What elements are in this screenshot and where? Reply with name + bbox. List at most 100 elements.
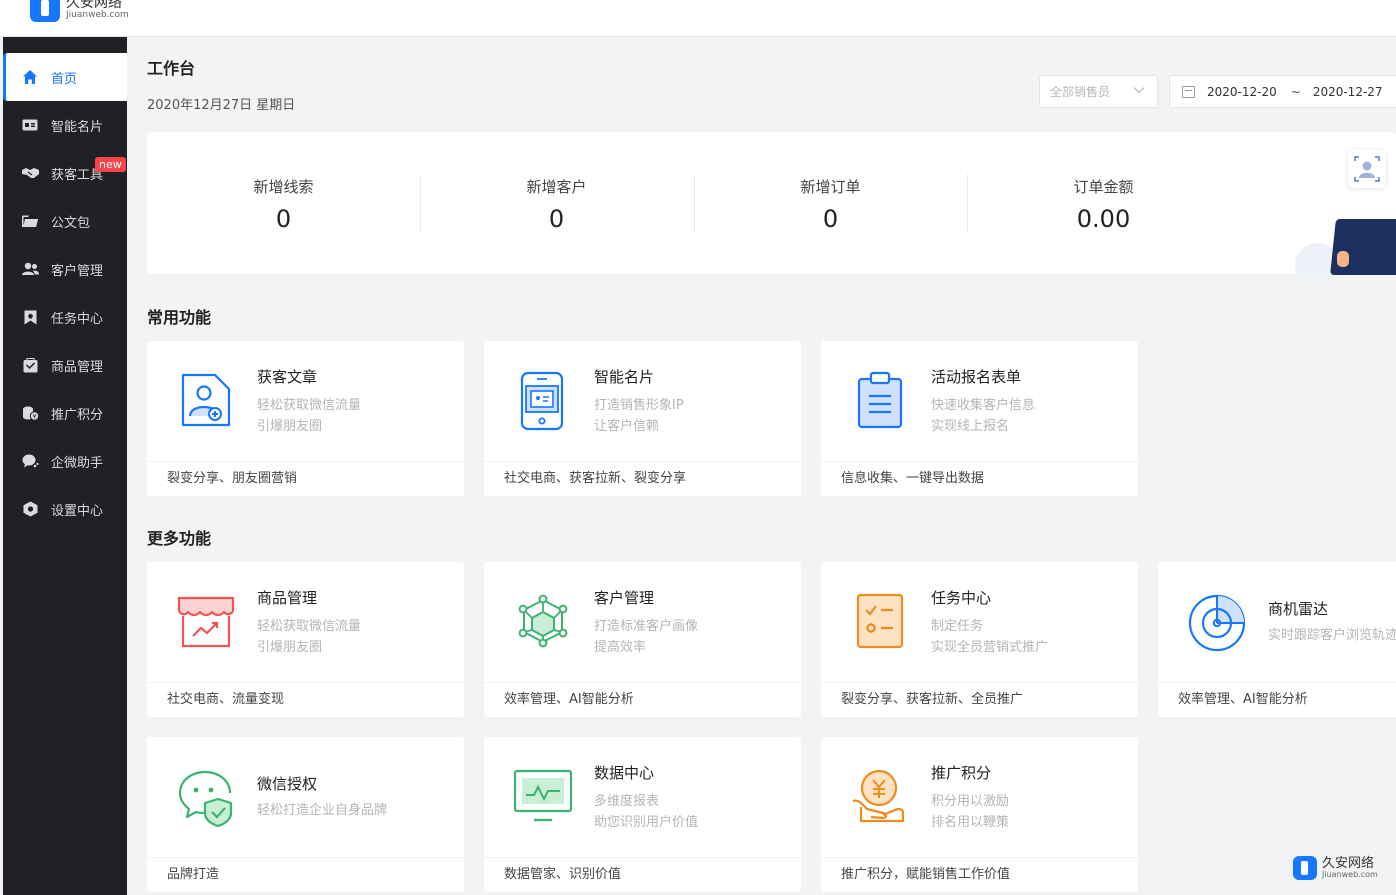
task-list-icon (849, 590, 911, 652)
feature-card[interactable]: 客户管理 打造标准客户画像 提高效率 效率管理、AI智能分析 (484, 562, 801, 717)
top-bar: 久安网络 Jiuanweb.com (0, 0, 1396, 37)
sidebar-item-tools[interactable]: 获客工具 new (3, 149, 127, 197)
card-title: 推广积分 (931, 764, 992, 782)
card-desc-line: 打造标准客户画像 (594, 619, 699, 634)
card-description: 轻松获取微信流量 引爆朋友圈 (257, 616, 361, 658)
date-range-picker[interactable]: 2020-12-20 ~ 2020-12-27 (1169, 75, 1396, 108)
svg-text:¥: ¥ (32, 413, 36, 420)
card-description: 多维度报表 助您识别用户价值 (594, 791, 698, 833)
feature-card[interactable]: 推广积分 积分用以激励 排名用以鞭策 推广积分，赋能销售工作价值 (821, 737, 1138, 892)
current-date: 2020年12月27日 星期日 (147, 98, 296, 113)
folder-icon (21, 212, 39, 230)
stat-new-customers: 新增客户 0 (420, 176, 693, 233)
salesperson-select-value: 全部销售员 (1050, 85, 1111, 99)
sidebar-item-points[interactable]: ¥ 推广积分 (3, 389, 127, 437)
card-desc-line: 实现全员营销式推广 (931, 640, 1049, 655)
card-tags: 信息收集、一键导出数据 (821, 461, 1138, 496)
card-description: 轻松获取微信流量 引爆朋友圈 (257, 395, 361, 437)
logo-mark-icon (1293, 856, 1317, 880)
stat-value: 0 (548, 205, 565, 233)
stat-new-leads: 新增线索 0 (147, 176, 420, 233)
salesperson-select[interactable]: 全部销售员 (1039, 75, 1158, 108)
card-tags: 品牌打造 (147, 857, 464, 892)
stat-new-orders: 新增订单 0 (694, 176, 967, 233)
sidebar-item-label: 设置中心 (51, 503, 104, 519)
logo-name: 久安网络 (1322, 856, 1375, 871)
feature-card[interactable]: 商品管理 轻松获取微信流量 引爆朋友圈 社交电商、流量变现 (147, 562, 464, 717)
sidebar-item-settings[interactable]: 设置中心 (3, 485, 127, 533)
card-tags: 数据管家、识别价值 (484, 857, 801, 892)
feature-card[interactable]: 数据中心 多维度报表 助您识别用户价值 数据管家、识别价值 (484, 737, 801, 892)
date-start[interactable]: 2020-12-20 (1207, 85, 1277, 99)
logo-name: 久安网络 (66, 0, 122, 11)
sidebar-item-briefcase[interactable]: 公文包 (3, 197, 127, 245)
stat-label: 订单金额 (1073, 178, 1134, 196)
new-badge: new (95, 157, 126, 172)
chat-icon (21, 452, 39, 470)
chevron-down-icon (1133, 83, 1145, 97)
date-end[interactable]: 2020-12-27 (1313, 85, 1383, 99)
home-icon (21, 68, 39, 86)
card-tags: 裂变分享、朋友圈营销 (147, 461, 464, 496)
stats-panel: 新增线索 0 新增客户 0 新增订单 0 订单金额 0.00 (147, 132, 1396, 274)
feature-card[interactable]: 任务中心 制定任务 实现全员营销式推广 裂变分享、获客拉新、全员推广 (821, 562, 1138, 717)
card-desc-line: 实时跟踪客户浏览轨迹 (1268, 628, 1396, 643)
wechat-shield-icon (175, 767, 237, 829)
stat-value: 0.00 (1076, 205, 1131, 233)
section-title-more: 更多功能 (147, 529, 212, 548)
card-description: 制定任务 实现全员营销式推广 (931, 616, 1048, 658)
sidebar-item-card[interactable]: 智能名片 (3, 101, 127, 149)
sidebar-item-tasks[interactable]: 任务中心 (3, 293, 127, 341)
sidebar-item-wecom[interactable]: 企微助手 (3, 437, 127, 485)
brand-logo[interactable]: 久安网络 Jiuanweb.com (30, 0, 129, 22)
card-description: 积分用以激励 排名用以鞭策 (931, 791, 1009, 833)
monitor-chart-icon (512, 765, 574, 827)
logo-mark-icon (30, 0, 60, 22)
card-desc-line: 引爆朋友圈 (257, 640, 323, 655)
phone-card-icon (512, 369, 574, 431)
card-title: 获客文章 (257, 368, 318, 386)
stat-order-amount: 订单金额 0.00 (967, 176, 1240, 233)
sidebar-item-goods[interactable]: 商品管理 (3, 341, 127, 389)
handshake-icon (21, 164, 39, 182)
clipboard-icon (849, 369, 911, 431)
feature-card[interactable]: 微信授权 轻松打造企业自身品牌 品牌打造 (147, 737, 464, 892)
feature-card[interactable]: 商机雷达 实时跟踪客户浏览轨迹 效率管理、AI智能分析 (1158, 562, 1396, 717)
sidebar-item-label: 智能名片 (51, 119, 104, 135)
card-title: 商品管理 (257, 589, 318, 607)
yuan-coin-hand-icon (849, 765, 911, 827)
cube-network-icon (512, 590, 574, 652)
hand-illustration (1337, 251, 1349, 267)
date-separator: ~ (1290, 84, 1301, 99)
logo-domain: Jiuanweb.com (1322, 870, 1378, 879)
card-desc-line: 引爆朋友圈 (257, 419, 323, 434)
article-user-icon (175, 369, 237, 431)
stat-label: 新增线索 (253, 178, 314, 196)
radar-icon (1186, 592, 1248, 654)
bookmark-icon (21, 308, 39, 326)
sidebar-item-label: 推广积分 (51, 407, 104, 423)
section-title-common: 常用功能 (147, 308, 212, 327)
sidebar-item-label: 企微助手 (51, 455, 104, 471)
card-desc-line: 积分用以激励 (931, 794, 1010, 809)
card-desc-line: 助您识别用户价值 (594, 815, 699, 830)
card-description: 快速收集客户信息 实现线上报名 (931, 395, 1035, 437)
feature-card[interactable]: 活动报名表单 快速收集客户信息 实现线上报名 信息收集、一键导出数据 (821, 341, 1138, 496)
card-title: 客户管理 (594, 589, 655, 607)
feature-card[interactable]: 获客文章 轻松获取微信流量 引爆朋友圈 裂变分享、朋友圈营销 (147, 341, 464, 496)
card-desc-line: 提高效率 (594, 640, 647, 655)
sidebar-item-label: 任务中心 (51, 311, 104, 327)
card-desc-line: 实现线上报名 (931, 419, 1010, 434)
goods-icon (21, 356, 39, 374)
calendar-icon (1182, 85, 1195, 98)
feature-card[interactable]: 智能名片 打造销售形象IP 让客户信赖 社交电商、获客拉新、裂变分享 (484, 341, 801, 496)
sidebar-item-label: 客户管理 (51, 263, 104, 279)
sidebar-item-home[interactable]: 首页 (3, 53, 127, 101)
card-desc-line: 轻松打造企业自身品牌 (257, 803, 388, 818)
card-title: 任务中心 (931, 589, 992, 607)
sidebar-item-customers[interactable]: 客户管理 (3, 245, 127, 293)
avatar-illustration (1348, 150, 1386, 188)
card-tags: 推广积分，赋能销售工作价值 (821, 857, 1138, 892)
stat-value: 0 (822, 205, 839, 233)
shop-icon (175, 590, 237, 652)
